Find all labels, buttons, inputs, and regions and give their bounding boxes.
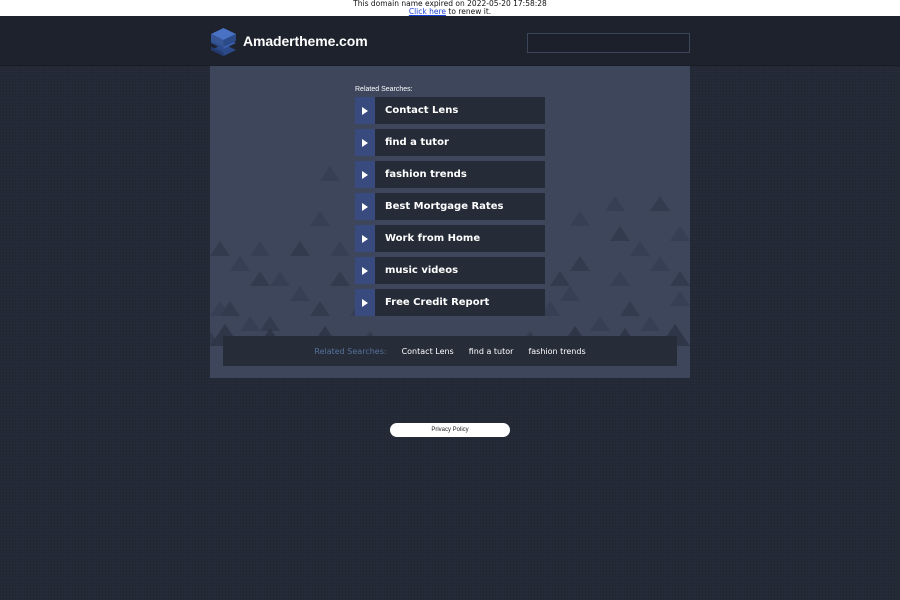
related-link-label: fashion trends <box>385 169 467 180</box>
arrow-box <box>355 129 375 156</box>
search-input[interactable] <box>527 33 690 53</box>
arrow-box <box>355 161 375 188</box>
related-searches-panel: Related Searches: Contact Lens find a tu… <box>210 66 690 378</box>
related-link-music-videos[interactable]: music videos <box>355 257 545 284</box>
play-arrow-icon <box>362 234 368 243</box>
site-logo[interactable]: Amadertheme.com <box>210 26 368 56</box>
related-link-find-a-tutor[interactable]: find a tutor <box>355 129 545 156</box>
domain-expired-notice: This domain name expired on 2022-05-20 1… <box>0 0 900 16</box>
related-link-label: Contact Lens <box>385 105 459 116</box>
play-arrow-icon <box>362 138 368 147</box>
site-header: Amadertheme.com <box>0 16 900 66</box>
related-link-label: find a tutor <box>385 137 449 148</box>
related-searches-heading: Related Searches: <box>355 86 413 93</box>
play-arrow-icon <box>362 106 368 115</box>
related-link-best-mortgage-rates[interactable]: Best Mortgage Rates <box>355 193 545 220</box>
bottom-related-heading: Related Searches: <box>314 346 387 356</box>
renew-line: Click here to renew it. <box>0 8 900 16</box>
renew-suffix: to renew it. <box>446 7 492 16</box>
related-link-label: Best Mortgage Rates <box>385 201 504 212</box>
related-link-free-credit-report[interactable]: Free Credit Report <box>355 289 545 316</box>
bottom-link-contact-lens[interactable]: Contact Lens <box>402 347 454 356</box>
related-link-contact-lens[interactable]: Contact Lens <box>355 97 545 124</box>
arrow-box <box>355 257 375 284</box>
renew-link[interactable]: Click here <box>409 7 446 16</box>
related-link-label: music videos <box>385 265 459 276</box>
privacy-policy-button[interactable]: Privacy Policy <box>390 423 510 437</box>
bottom-link-fashion-trends[interactable]: fashion trends <box>528 347 585 356</box>
arrow-box <box>355 193 375 220</box>
play-arrow-icon <box>362 266 368 275</box>
site-name: Amadertheme.com <box>243 33 368 49</box>
related-link-fashion-trends[interactable]: fashion trends <box>355 161 545 188</box>
related-links-list: Contact Lens find a tutor fashion trends… <box>355 97 545 321</box>
play-arrow-icon <box>362 298 368 307</box>
play-arrow-icon <box>362 202 368 211</box>
related-link-label: Free Credit Report <box>385 297 490 308</box>
arrow-box <box>355 289 375 316</box>
stacked-layers-icon <box>211 28 236 56</box>
arrow-box <box>355 97 375 124</box>
related-link-label: Work from Home <box>385 233 481 244</box>
arrow-box <box>355 225 375 252</box>
bottom-link-find-a-tutor[interactable]: find a tutor <box>469 347 514 356</box>
bottom-related-bar: Related Searches: Contact Lens find a tu… <box>223 336 677 366</box>
play-arrow-icon <box>362 170 368 179</box>
related-link-work-from-home[interactable]: Work from Home <box>355 225 545 252</box>
